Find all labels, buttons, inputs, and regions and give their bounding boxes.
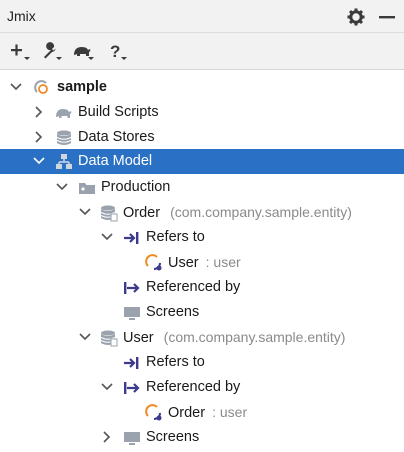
help-icon[interactable]: ? <box>108 41 132 63</box>
tree-row-production[interactable]: Production <box>0 175 404 200</box>
database-icon <box>56 130 72 145</box>
tree-row-user-referenced-by[interactable]: Referenced by <box>0 375 404 400</box>
chevron-down-icon[interactable] <box>55 180 69 194</box>
data-model-icon <box>56 154 72 169</box>
tree-row-entity-user[interactable]: User (com.company.sample.entity) <box>0 325 404 350</box>
gear-icon[interactable] <box>346 7 366 27</box>
monitor-icon <box>124 307 140 320</box>
entity-icon <box>100 205 118 222</box>
tree-row-order-screens[interactable]: Screens <box>0 300 404 325</box>
tree-row-order-referenced-by[interactable]: Referenced by <box>0 275 404 300</box>
tree-row-project[interactable]: sample <box>0 75 404 100</box>
tool-window-title: Jmix <box>7 8 36 24</box>
chevron-down-icon[interactable] <box>78 330 92 344</box>
entity-order-label: Order (com.company.sample.entity) <box>123 204 352 221</box>
tree-row-order-refers-to[interactable]: Refers to <box>0 225 404 250</box>
user-referenced-by-label: Referenced by <box>146 379 241 395</box>
tool-window-header: Jmix <box>0 0 404 33</box>
order-refers-to-label: Refers to <box>146 229 205 245</box>
order-refers-user-label: User : user <box>168 254 241 271</box>
tree-row-entity-order[interactable]: Order (com.company.sample.entity) <box>0 200 404 225</box>
tree-row-user-refers-to[interactable]: Refers to <box>0 350 404 375</box>
referenced-by-icon <box>124 382 140 394</box>
user-refers-to-label: Refers to <box>146 354 205 370</box>
chevron-down-icon[interactable] <box>100 380 114 394</box>
build-scripts-label: Build Scripts <box>78 104 159 120</box>
association-attribute-icon <box>145 404 162 421</box>
tree-row-order-refers-user[interactable]: User : user <box>0 250 404 275</box>
entity-user-label: User (com.company.sample.entity) <box>123 329 345 346</box>
monitor-icon <box>124 432 140 445</box>
folder-icon <box>79 183 95 194</box>
chevron-right-icon[interactable] <box>32 105 46 119</box>
chevron-down-icon[interactable] <box>100 230 114 244</box>
chevron-down-icon[interactable] <box>9 80 23 94</box>
tree-row-data-model[interactable]: Data Model <box>0 149 404 174</box>
wrench-icon[interactable] <box>40 41 64 63</box>
minimize-icon[interactable] <box>377 7 397 27</box>
attribute-entity: Order <box>168 405 206 421</box>
project-label: sample <box>57 79 107 95</box>
chevron-right-icon[interactable] <box>32 130 46 144</box>
tree-row-user-screens[interactable]: Screens <box>0 425 404 450</box>
association-attribute-icon <box>145 254 162 271</box>
toolbar: ? <box>0 33 404 70</box>
attribute-name: : user <box>212 404 248 420</box>
chevron-down-icon[interactable] <box>32 154 46 168</box>
attribute-name: : user <box>205 254 241 270</box>
gradle-elephant-icon <box>56 109 72 118</box>
jmix-project-icon <box>34 80 48 94</box>
order-screens-label: Screens <box>146 304 200 320</box>
production-label: Production <box>101 179 171 195</box>
order-referenced-by-label: Referenced by <box>146 279 241 295</box>
data-model-label: Data Model <box>78 153 153 169</box>
entity-package: (com.company.sample.entity) <box>163 329 346 345</box>
gradle-elephant-icon[interactable] <box>72 41 96 63</box>
entity-name: Order <box>123 205 161 221</box>
entity-name: User <box>123 330 154 346</box>
entity-icon <box>100 330 118 347</box>
tree-row-data-stores[interactable]: Data Stores <box>0 125 404 150</box>
svg-text:?: ? <box>110 42 120 61</box>
tree-row-user-referenced-order[interactable]: Order : user <box>0 400 404 425</box>
data-stores-label: Data Stores <box>78 129 155 145</box>
referenced-by-icon <box>124 282 140 294</box>
user-screens-label: Screens <box>146 429 200 445</box>
attribute-entity: User <box>168 255 199 271</box>
tree-row-build-scripts[interactable]: Build Scripts <box>0 100 404 125</box>
entity-package: (com.company.sample.entity) <box>170 204 352 220</box>
user-referenced-order-label: Order : user <box>168 404 247 421</box>
add-icon[interactable] <box>8 41 32 63</box>
chevron-down-icon[interactable] <box>78 205 92 219</box>
refers-to-icon <box>124 232 139 244</box>
refers-to-icon <box>124 357 139 369</box>
chevron-right-icon[interactable] <box>100 430 114 444</box>
